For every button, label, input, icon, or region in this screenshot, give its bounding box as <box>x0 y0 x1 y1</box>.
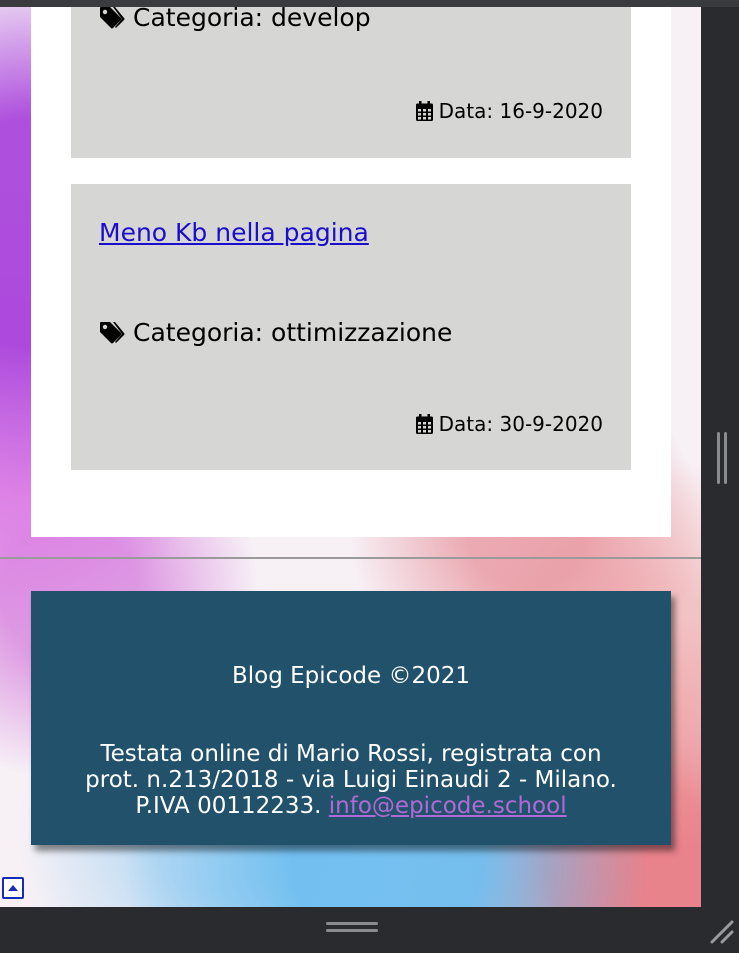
calendar-icon <box>415 414 433 434</box>
footer-line: P.IVA 00112233. info@epicode.school <box>51 793 651 819</box>
post-card: Categoria: develop Data: 16-9-2020 <box>71 7 631 158</box>
post-category-label: Categoria: develop <box>133 7 371 32</box>
scroll-top-button[interactable] <box>2 877 24 899</box>
window-top-strip <box>0 0 739 7</box>
vertical-resize-grip[interactable] <box>716 432 728 484</box>
tag-icon <box>100 321 125 343</box>
post-card: Meno Kb nella pagina Categoria: ottimizz… <box>71 184 631 470</box>
post-category-label: Categoria: ottimizzazione <box>133 318 453 347</box>
page-viewport: Categoria: develop Data: 16-9-2020 Meno … <box>0 7 701 907</box>
post-date-label: Data: 30-9-2020 <box>438 412 603 436</box>
footer-piva: P.IVA 00112233. <box>135 793 329 819</box>
footer-email-link[interactable]: info@epicode.school <box>329 793 567 819</box>
horizontal-resize-grip[interactable] <box>326 920 378 934</box>
section-divider <box>0 557 701 559</box>
tag-icon <box>100 7 125 28</box>
post-date-label: Data: 16-9-2020 <box>438 99 603 123</box>
post-title-link[interactable]: Meno Kb nella pagina <box>99 218 369 247</box>
post-date: Data: 16-9-2020 <box>415 99 603 123</box>
post-category: Categoria: ottimizzazione <box>99 318 452 347</box>
post-date: Data: 30-9-2020 <box>415 412 603 436</box>
footer-line: prot. n.213/2018 - via Luigi Einaudi 2 -… <box>85 767 617 793</box>
footer-legal-text: Testata online di Mario Rossi, registrat… <box>51 741 651 819</box>
post-category: Categoria: develop <box>99 7 371 32</box>
calendar-icon <box>415 101 433 121</box>
scroll-top-icon <box>8 885 18 891</box>
resize-corner-icon[interactable] <box>708 918 734 944</box>
site-footer: Blog Epicode ©2021 Testata online di Mar… <box>31 591 671 845</box>
footer-line: Testata online di Mario Rossi, registrat… <box>100 741 602 767</box>
footer-title: Blog Epicode ©2021 <box>232 663 470 689</box>
